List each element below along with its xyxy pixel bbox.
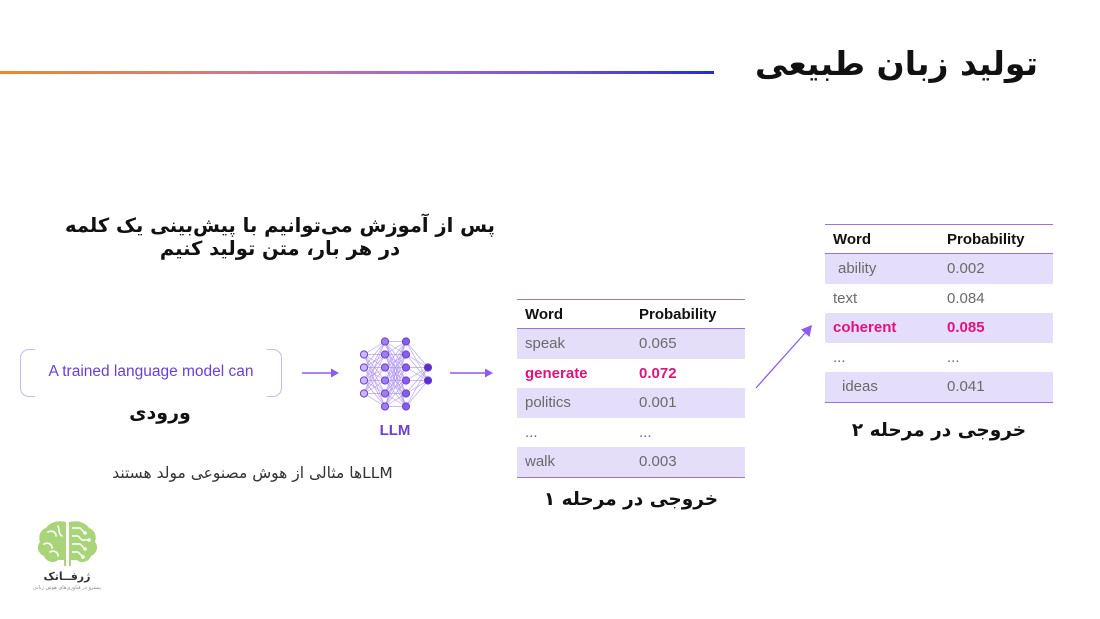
step2-caption: خروجی در مرحله ۲ — [851, 420, 1027, 441]
arrow-up-right-icon — [754, 322, 816, 390]
network-node — [380, 376, 390, 385]
word-cell: ideas — [825, 372, 939, 403]
table-row: text 0.084 — [825, 284, 1053, 314]
network-edge — [405, 367, 429, 407]
word-cell: walk — [517, 447, 631, 478]
column-header-probability: Probability — [631, 299, 745, 329]
word-cell: ability — [825, 253, 939, 284]
input-prompt-text: A trained language model can — [48, 363, 254, 380]
probability-cell: 0.003 — [631, 447, 745, 478]
network-node — [359, 389, 369, 398]
table-header-row: Word Probability — [825, 224, 1053, 254]
probability-cell: ... — [639, 423, 652, 441]
network-node — [359, 363, 369, 372]
table-row-ellipsis: ... ... — [517, 418, 745, 448]
table-row-ellipsis: ... ... — [825, 343, 1053, 373]
network-node — [359, 376, 369, 385]
table-row-selected: generate 0.072 — [517, 359, 745, 389]
word-cell: ... — [833, 348, 846, 366]
network-node — [380, 350, 390, 359]
column-header-word: Word — [517, 299, 631, 329]
logo-tagline: پیشرو در فناوری‌های هوش زبانی — [33, 585, 101, 591]
network-node — [401, 350, 411, 359]
word-cell: coherent — [825, 313, 939, 343]
network-node — [401, 363, 411, 372]
network-node — [401, 337, 411, 346]
network-node — [380, 402, 390, 411]
llm-label: LLM — [379, 422, 411, 439]
probability-cell: 0.041 — [939, 372, 1053, 403]
column-header-probability: Probability — [939, 224, 1053, 254]
word-cell: ... — [525, 423, 538, 441]
table-header-row: Word Probability — [517, 299, 745, 329]
lead-text: پس از آموزش می‌توانیم با پیش‌بینی یک کلم… — [65, 214, 495, 260]
neural-network-icon — [355, 334, 435, 418]
table-row: walk 0.003 — [517, 447, 745, 478]
generative-ai-caption: LLMها مثالی از هوش مصنوعی مولد هستند — [112, 464, 393, 482]
table-row: ideas 0.041 — [825, 372, 1053, 403]
step1-probability-table: Word Probability speak 0.065 generate 0.… — [517, 299, 745, 478]
network-node — [359, 350, 369, 359]
table-row-selected: coherent 0.085 — [825, 313, 1053, 343]
probability-cell: 0.085 — [939, 313, 1053, 343]
probability-cell: 0.065 — [631, 328, 745, 359]
network-node — [380, 337, 390, 346]
arrow-right-icon — [302, 366, 340, 380]
probability-cell: 0.072 — [639, 364, 677, 382]
table-row: ability 0.002 — [825, 253, 1053, 284]
arrow-right-icon — [450, 366, 494, 380]
input-prompt-box: A trained language model can — [20, 349, 282, 397]
probability-cell: ... — [947, 348, 960, 366]
network-node — [401, 389, 411, 398]
step1-caption: خروجی در مرحله ۱ — [543, 489, 719, 510]
network-node — [401, 402, 411, 411]
probability-cell: 0.002 — [939, 253, 1053, 284]
word-cell: speak — [517, 328, 631, 359]
network-node — [380, 363, 390, 372]
step2-probability-table: Word Probability ability 0.002 text 0.08… — [825, 224, 1053, 403]
logo-wordmark: ژرفــاتک — [43, 570, 91, 583]
probability-cell: 0.084 — [947, 289, 985, 307]
table-row: speak 0.065 — [517, 328, 745, 359]
network-node — [401, 376, 411, 385]
word-cell: text — [833, 289, 858, 307]
word-cell: generate — [525, 364, 588, 382]
input-label: ورودی — [129, 402, 191, 424]
network-node — [380, 389, 390, 398]
column-header-word: Word — [825, 224, 939, 254]
title-divider — [0, 71, 714, 74]
table-row: politics 0.001 — [517, 388, 745, 418]
word-cell: politics — [517, 388, 631, 418]
slide-title: تولید زبان طبیعی — [755, 44, 1038, 83]
probability-cell: 0.001 — [631, 388, 745, 418]
network-node — [423, 376, 433, 385]
brain-circuit-icon — [30, 518, 104, 574]
network-node — [423, 363, 433, 372]
